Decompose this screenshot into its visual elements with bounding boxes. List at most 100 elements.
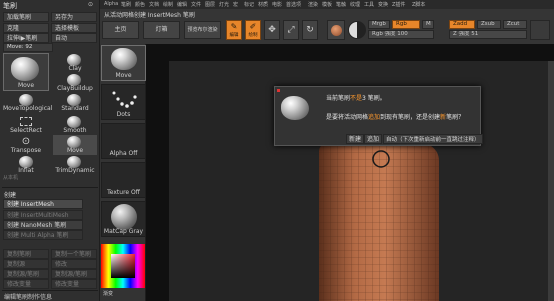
brush-item-move[interactable]: Move bbox=[3, 53, 49, 91]
menu-draw[interactable]: 绘制 bbox=[163, 1, 173, 8]
scale-mode-icon[interactable]: ⤢ bbox=[283, 20, 299, 40]
stretch-brush-button[interactable]: 拉伸Ⅰ▶笔刷 bbox=[3, 33, 49, 43]
brush-item-selectrect[interactable]: SelectRect bbox=[3, 115, 49, 135]
m-toggle[interactable]: M bbox=[422, 20, 434, 29]
zadd-toggle[interactable]: Zadd bbox=[449, 20, 475, 29]
home-button[interactable]: 主页 bbox=[102, 21, 139, 39]
edit-brush-info-label[interactable]: 编辑笔刷制作信息 bbox=[4, 292, 52, 301]
z-intensity-slider[interactable]: Z 强度 51 bbox=[449, 30, 527, 39]
mrgb-toggle[interactable]: Mrgb bbox=[368, 20, 390, 29]
menu-edit[interactable]: 编辑 bbox=[177, 1, 187, 8]
edit-mode-button[interactable]: ✎ 编辑 bbox=[226, 20, 242, 40]
menu-layer[interactable]: 图层 bbox=[205, 1, 215, 8]
append-button[interactable]: 追加 bbox=[364, 134, 383, 144]
menu-render[interactable]: 渲染 bbox=[308, 1, 318, 8]
create-nanomesh-button[interactable]: 创建 NanoMesh 笔刷 bbox=[3, 220, 83, 230]
modify-variable-button[interactable]: 修改变量 bbox=[3, 279, 49, 289]
menu-marker[interactable]: 标记 bbox=[244, 1, 254, 8]
move-mode-icon[interactable]: ✥ bbox=[264, 20, 280, 40]
menu-color[interactable]: 颜色 bbox=[135, 1, 145, 8]
brush-palette: 笔刷 ⊙ 加载笔刷 另存为 克隆 选择模板 拉伸Ⅰ▶笔刷 自动 Move: 92… bbox=[0, 0, 100, 301]
brush-item-morph[interactable]: MoveTopological bbox=[3, 93, 52, 113]
menu-material[interactable]: 材质 bbox=[258, 1, 268, 8]
palette-close-icon[interactable]: ⊙ bbox=[88, 1, 93, 8]
copy-one-brush-button[interactable]: 复制一个笔刷 bbox=[51, 249, 97, 259]
create-insertmesh-button[interactable]: 创建 InsertMesh bbox=[3, 199, 83, 209]
auto-skip-button[interactable]: 自动（下次重新启动前一直跳过注释） bbox=[383, 134, 483, 144]
edit-icon: ✎ bbox=[230, 22, 238, 31]
dialog-marker-icon bbox=[277, 89, 280, 92]
modify-variable-button-2[interactable]: 修改变量 bbox=[51, 279, 97, 289]
brush-item-trimdynamic[interactable]: TrimDynamic bbox=[53, 155, 97, 175]
dialog-brush-icon bbox=[281, 96, 309, 120]
color-picker-square[interactable] bbox=[111, 254, 135, 278]
color-picker[interactable] bbox=[101, 244, 145, 288]
copy-source-brush-button-2[interactable]: 复制源/笔刷 bbox=[51, 269, 97, 279]
matcap-sphere-icon bbox=[111, 204, 137, 230]
menu-transform[interactable]: 变换 bbox=[378, 1, 388, 8]
new-button[interactable]: 新建 bbox=[346, 134, 365, 144]
insertmesh-dialog: 当前笔刷不是3 笔刷。 是要将活动网格追加到现有笔刷，还是创建新笔刷？ 新建 追… bbox=[274, 86, 483, 146]
brush-item-transpose[interactable]: ⊙ Transpose bbox=[3, 135, 49, 155]
top-toolbar: 从活动网格创建 InsertMesh 笔刷 主页 灯箱 预览布尔渲染 ✎ 编辑 … bbox=[100, 9, 554, 44]
brush-item-clay[interactable]: Clay bbox=[53, 53, 97, 73]
menu-preferences[interactable]: 首选项 bbox=[286, 1, 301, 8]
menu-stencil[interactable]: 模板 bbox=[322, 1, 332, 8]
rotate-mode-icon[interactable]: ↻ bbox=[302, 20, 318, 40]
move-brush-icon bbox=[11, 57, 39, 81]
clone-button[interactable]: 克隆 bbox=[3, 23, 49, 33]
menu-brush[interactable]: 笔刷 bbox=[121, 1, 131, 8]
shelf-texture-button[interactable]: Texture Off bbox=[101, 162, 146, 198]
dots-stroke-icon bbox=[112, 91, 137, 108]
draw-mode-button[interactable]: ✐ 绘制 bbox=[245, 20, 261, 40]
focal-shift-slider[interactable] bbox=[530, 20, 550, 40]
brush-item-smooth[interactable]: Smooth bbox=[53, 115, 97, 135]
copy-source-button[interactable]: 复制源 bbox=[3, 259, 49, 269]
material-swatch-button[interactable] bbox=[327, 20, 345, 40]
select-template-button[interactable]: 选择模板 bbox=[51, 23, 97, 33]
menu-file[interactable]: 文件 bbox=[191, 1, 201, 8]
viewport-scrollbar[interactable] bbox=[548, 61, 554, 301]
zsub-toggle[interactable]: Zsub bbox=[477, 20, 501, 29]
menu-stroke[interactable]: 笔触 bbox=[336, 1, 346, 8]
copy-source-brush-button[interactable]: 复制源/笔刷 bbox=[3, 269, 49, 279]
menu-texture[interactable]: 纹理 bbox=[350, 1, 360, 8]
brush-item-move-2[interactable]: Move bbox=[53, 135, 97, 155]
preview-boolean-button[interactable]: 预览布尔渲染 bbox=[184, 21, 221, 39]
copy-brush-button[interactable]: 复制笔刷 bbox=[3, 249, 49, 259]
save-as-button[interactable]: 另存为 bbox=[51, 12, 97, 22]
lightbox-button[interactable]: 灯箱 bbox=[143, 21, 180, 39]
menu-document[interactable]: 文档 bbox=[149, 1, 159, 8]
shelf-stroke-button[interactable]: Dots bbox=[101, 84, 146, 120]
rgb-toggle[interactable]: Rgb bbox=[392, 20, 420, 29]
menu-movie[interactable]: 电影 bbox=[272, 1, 282, 8]
brush-item-inflat[interactable]: Inflat bbox=[3, 155, 49, 175]
menu-zplugin[interactable]: Z插件 bbox=[392, 1, 405, 8]
menu-alpha[interactable]: Alpha bbox=[104, 1, 118, 7]
status-hint: 从活动网格创建 InsertMesh 笔刷 bbox=[104, 12, 195, 19]
rgb-intensity-slider[interactable]: Rgb 强度 100 bbox=[368, 30, 434, 39]
gradient-label[interactable]: 渐变 bbox=[103, 290, 113, 297]
shelf-brush-button[interactable]: Move bbox=[101, 45, 146, 81]
dialog-line-2: 是要将活动网格追加到现有笔刷，还是创建新笔刷？ bbox=[326, 114, 465, 121]
left-shelf: Move Dots Alpha Off Texture Off MatCap G… bbox=[100, 44, 146, 301]
auto-button[interactable]: 自动 bbox=[51, 33, 97, 43]
create-insertmultimesh-button[interactable]: 创建 InsertMultiMesh bbox=[3, 210, 83, 220]
select-rect-icon bbox=[20, 117, 32, 126]
menu-macro[interactable]: 宏 bbox=[233, 1, 238, 8]
zcut-toggle[interactable]: Zcut bbox=[503, 20, 527, 29]
menu-tool[interactable]: 工具 bbox=[364, 1, 374, 8]
shelf-alpha-button[interactable]: Alpha Off bbox=[101, 123, 146, 159]
brush-item-standard[interactable]: Standard bbox=[53, 93, 97, 113]
create-multi-alpha-button[interactable]: 创建 Multi Alpha 笔刷 bbox=[3, 230, 83, 240]
material-sphere-icon bbox=[331, 25, 342, 36]
move-slider[interactable]: Move: 92 bbox=[3, 43, 53, 52]
shelf-material-button[interactable]: MatCap Gray bbox=[101, 201, 146, 237]
color-sphere-icon[interactable] bbox=[348, 21, 366, 39]
menu-light[interactable]: 灯光 bbox=[219, 1, 229, 8]
menu-zscript[interactable]: Z脚本 bbox=[412, 1, 425, 8]
load-brush-button[interactable]: 加载笔刷 bbox=[3, 12, 49, 22]
brush-item-claybuildup[interactable]: ClayBuildup bbox=[53, 73, 97, 93]
divider bbox=[2, 187, 98, 188]
modify-button[interactable]: 修改 bbox=[51, 259, 97, 269]
